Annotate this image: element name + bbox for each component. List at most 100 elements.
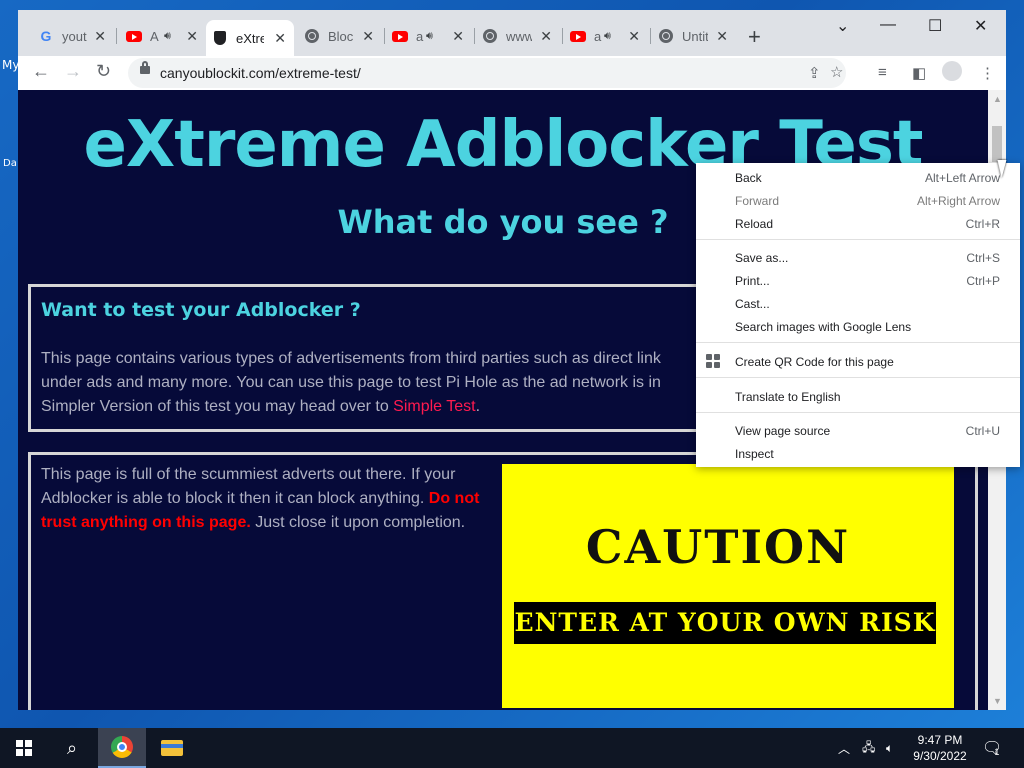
tab-2[interactable]: A 🔊︎ ✕ bbox=[120, 22, 206, 50]
menu-item-label: Save as... bbox=[735, 251, 789, 265]
context-menu: Back Alt+Left Arrow Forward Alt+Right Arro… bbox=[696, 163, 1020, 467]
share-icon[interactable]: ⇪ bbox=[808, 64, 821, 82]
side-panel-icon[interactable]: ◧ bbox=[912, 64, 926, 82]
tab-4[interactable]: Block ✕ bbox=[298, 22, 382, 50]
caution-title: CAUTION bbox=[585, 520, 851, 574]
menu-item-label: View page source bbox=[735, 424, 831, 438]
menu-item-reload[interactable]: Reload Ctrl+R bbox=[696, 212, 1020, 235]
menu-item-label: Inspect bbox=[735, 447, 774, 461]
tab-title: a bbox=[416, 28, 424, 44]
tab-separator bbox=[384, 28, 385, 44]
tab-title: a bbox=[594, 28, 602, 44]
menu-item-label: Print... bbox=[735, 274, 770, 288]
menu-item-cast[interactable]: Cast... bbox=[696, 292, 1020, 315]
globe-icon bbox=[482, 28, 498, 44]
taskbar-chrome[interactable] bbox=[98, 728, 146, 768]
tab-separator bbox=[650, 28, 651, 44]
clock-date: 9/30/2022 bbox=[913, 749, 967, 763]
reload-icon[interactable]: ↻ bbox=[96, 61, 111, 82]
menu-kebab-icon[interactable]: ⋮ bbox=[980, 64, 995, 82]
tab-6[interactable]: www ✕ bbox=[476, 22, 560, 50]
scrollbar-thumb[interactable] bbox=[992, 126, 1002, 162]
menu-separator bbox=[696, 377, 1020, 378]
warning-paragraph: This page is full of the scummiest adver… bbox=[41, 463, 501, 535]
menu-item-shortcut: Alt+Left Arrow bbox=[924, 171, 1000, 185]
speaker-icon[interactable]: 🔊︎ bbox=[426, 30, 433, 43]
start-button[interactable] bbox=[0, 728, 48, 768]
taskbar-file-explorer[interactable] bbox=[148, 728, 196, 768]
bookmark-star-icon[interactable]: ☆ bbox=[830, 63, 843, 81]
folder-icon bbox=[161, 740, 183, 756]
close-icon[interactable]: ✕ bbox=[628, 28, 640, 45]
caution-ad[interactable]: CAUTION ENTER AT YOUR OWN RISK bbox=[502, 464, 954, 708]
menu-separator bbox=[696, 412, 1020, 413]
menu-item-label: Create QR Code for this page bbox=[735, 355, 894, 369]
scroll-up-icon[interactable]: ▲ bbox=[993, 94, 1002, 104]
back-icon[interactable]: ← bbox=[32, 61, 50, 82]
menu-item-shortcut: Ctrl+S bbox=[966, 251, 1000, 265]
maximize-icon[interactable]: ☐ bbox=[928, 16, 942, 36]
tab-title: yout bbox=[62, 28, 87, 44]
globe-icon bbox=[658, 28, 674, 44]
menu-item-label: Translate to English bbox=[735, 390, 841, 404]
network-icon[interactable]: 🖧︎ bbox=[862, 728, 875, 768]
speaker-icon[interactable]: 🔊︎ bbox=[604, 30, 611, 43]
lock-icon[interactable] bbox=[140, 61, 150, 74]
menu-item-label: Search images with Google Lens bbox=[735, 320, 912, 334]
tab-title: eXtre bbox=[236, 30, 264, 46]
profile-avatar-icon[interactable] bbox=[942, 61, 962, 85]
menu-item-translate[interactable]: Translate to English bbox=[696, 385, 1020, 408]
close-icon[interactable]: ✕ bbox=[186, 28, 198, 45]
menu-item-google-lens[interactable]: Search images with Google Lens bbox=[696, 315, 1020, 338]
speaker-icon[interactable]: 🔊︎ bbox=[164, 30, 171, 43]
desktop-label[interactable]: My bbox=[2, 58, 19, 72]
menu-item-view-source[interactable]: View page source Ctrl+U bbox=[696, 419, 1020, 442]
close-icon[interactable]: ✕ bbox=[540, 28, 552, 45]
media-control-icon[interactable]: ≡ bbox=[878, 64, 887, 81]
notification-icon[interactable]: 🗨︎ 1 bbox=[982, 728, 1002, 768]
warning-text: This page is full of the scummiest adver… bbox=[41, 466, 456, 507]
close-icon[interactable]: ✕ bbox=[274, 30, 286, 47]
simple-test-link[interactable]: Simple Test bbox=[393, 398, 475, 415]
tab-separator bbox=[474, 28, 475, 44]
menu-item-save-as[interactable]: Save as... Ctrl+S bbox=[696, 246, 1020, 269]
minimize-icon[interactable]: — bbox=[880, 16, 896, 34]
youtube-icon bbox=[570, 28, 586, 44]
forward-icon[interactable]: → bbox=[64, 61, 82, 82]
close-icon[interactable]: ✕ bbox=[452, 28, 464, 45]
tab-title: Untit bbox=[682, 28, 708, 44]
volume-icon[interactable]: 🔈︎ bbox=[886, 728, 893, 768]
search-icon[interactable]: ⌕ bbox=[48, 728, 96, 768]
tab-8[interactable]: Untit ✕ bbox=[652, 22, 736, 50]
tab-3[interactable]: eXtre ✕ bbox=[206, 20, 294, 56]
close-icon[interactable]: ✕ bbox=[94, 28, 106, 45]
tab-title: Block bbox=[328, 28, 354, 44]
menu-item-print[interactable]: Print... Ctrl+P bbox=[696, 269, 1020, 292]
tab-title: A bbox=[150, 28, 159, 44]
menu-item-back[interactable]: Back Alt+Left Arrow bbox=[696, 166, 1020, 189]
tab-strip: G yout ✕ A 🔊︎ ✕ eXtre ✕ Block ✕ a 🔊︎ ✕ bbox=[18, 10, 1006, 56]
desktop-label[interactable]: Da bbox=[3, 158, 17, 169]
youtube-icon bbox=[126, 28, 142, 44]
menu-item-qr-code[interactable]: Create QR Code for this page bbox=[696, 350, 1020, 373]
tab-7[interactable]: a 🔊︎ ✕ bbox=[564, 22, 648, 50]
url-text[interactable]: canyoublockit.com/extreme-test/ bbox=[160, 65, 361, 81]
menu-item-forward[interactable]: Forward Alt+Right Arrow bbox=[696, 189, 1020, 212]
tab-1[interactable]: G yout ✕ bbox=[32, 22, 114, 50]
caution-banner: ENTER AT YOUR OWN RISK bbox=[514, 602, 936, 644]
close-icon[interactable]: ✕ bbox=[362, 28, 374, 45]
clock[interactable]: 9:47 PM 9/30/2022 bbox=[908, 732, 972, 764]
tab-5[interactable]: a 🔊︎ ✕ bbox=[386, 22, 472, 50]
close-window-icon[interactable]: ✕ bbox=[974, 16, 987, 36]
address-bar[interactable]: canyoublockit.com/extreme-test/ ⇪ ☆ bbox=[128, 58, 846, 88]
youtube-icon bbox=[392, 28, 408, 44]
show-hidden-icons-icon[interactable]: ︿ bbox=[838, 728, 850, 768]
close-icon[interactable]: ✕ bbox=[716, 28, 728, 45]
tab-title: www bbox=[506, 28, 532, 44]
menu-item-shortcut: Ctrl+P bbox=[966, 274, 1000, 288]
scroll-down-icon[interactable]: ▼ bbox=[993, 696, 1002, 706]
new-tab-button[interactable]: + bbox=[748, 24, 761, 50]
tab-search-icon[interactable]: ⌄ bbox=[836, 16, 849, 36]
menu-item-label: Forward bbox=[735, 194, 780, 208]
menu-item-inspect[interactable]: Inspect bbox=[696, 442, 1020, 465]
